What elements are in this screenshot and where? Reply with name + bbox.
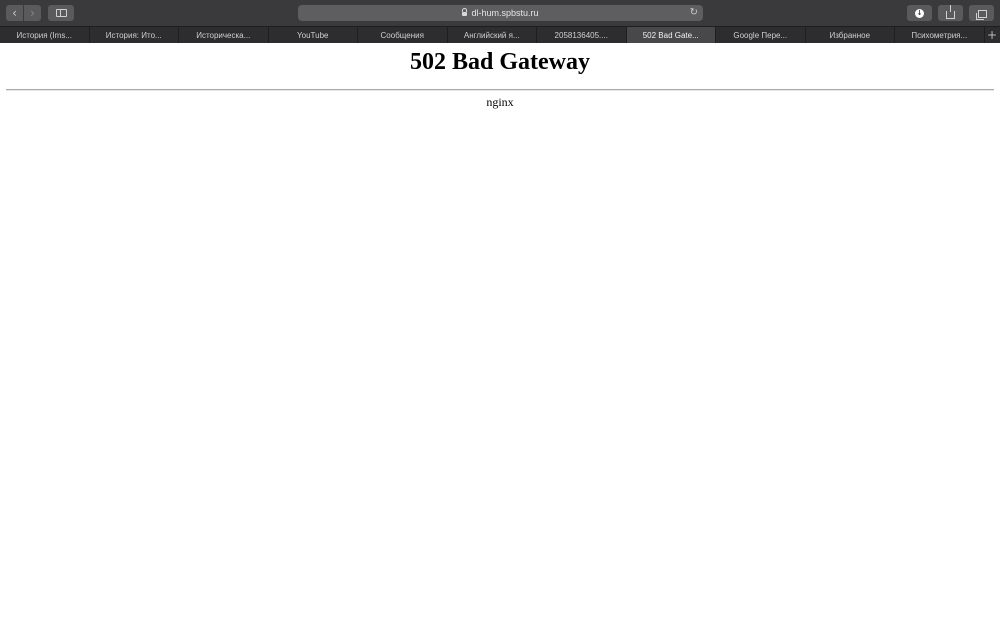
url-text: dl-hum.spbstu.ru bbox=[471, 8, 539, 18]
sidebar-icon bbox=[55, 9, 67, 17]
tab[interactable]: Google Пере... bbox=[716, 27, 806, 43]
tab[interactable]: История: Ито... bbox=[90, 27, 179, 43]
tab[interactable]: 2058136405.... bbox=[537, 27, 627, 43]
tab[interactable]: Историческа... bbox=[179, 27, 269, 43]
share-button[interactable] bbox=[938, 4, 963, 21]
browser-toolbar: ‹ › dl-hum.spbstu.ru ↻ ↓ bbox=[0, 0, 1000, 26]
chevron-right-icon: › bbox=[30, 6, 35, 20]
tab[interactable]: Психометрия... bbox=[895, 27, 985, 43]
divider bbox=[6, 89, 994, 91]
new-tab-button[interactable]: + bbox=[985, 27, 1000, 43]
tab-active[interactable]: 502 Bad Gate... bbox=[626, 27, 716, 43]
reload-icon[interactable]: ↻ bbox=[690, 6, 698, 20]
tab[interactable]: Избранное bbox=[806, 27, 895, 43]
forward-button[interactable]: › bbox=[24, 5, 41, 21]
chevron-left-icon: ‹ bbox=[12, 6, 17, 20]
error-title: 502 Bad Gateway bbox=[410, 49, 590, 75]
tab[interactable]: История (Ims... bbox=[0, 27, 90, 43]
downloads-button[interactable]: ↓ bbox=[907, 5, 932, 21]
tab[interactable]: YouTube bbox=[269, 27, 358, 43]
back-button[interactable]: ‹ bbox=[6, 5, 23, 21]
tab[interactable]: Английский я... bbox=[448, 27, 537, 43]
tab-bar: История (Ims... История: Ито... Историче… bbox=[0, 26, 1000, 43]
share-icon bbox=[946, 4, 955, 19]
tabs-overview-icon bbox=[976, 10, 987, 20]
sidebar-toggle-button[interactable] bbox=[48, 5, 74, 21]
tab[interactable]: Сообщения bbox=[358, 27, 448, 43]
tab-overview-button[interactable] bbox=[969, 5, 994, 21]
address-bar[interactable]: dl-hum.spbstu.ru ↻ bbox=[298, 5, 703, 21]
server-name: nginx bbox=[486, 95, 514, 109]
page-content: 502 Bad Gateway nginx bbox=[0, 43, 1000, 625]
lock-icon bbox=[462, 8, 468, 16]
plus-icon: + bbox=[986, 28, 998, 42]
download-icon: ↓ bbox=[915, 8, 924, 18]
